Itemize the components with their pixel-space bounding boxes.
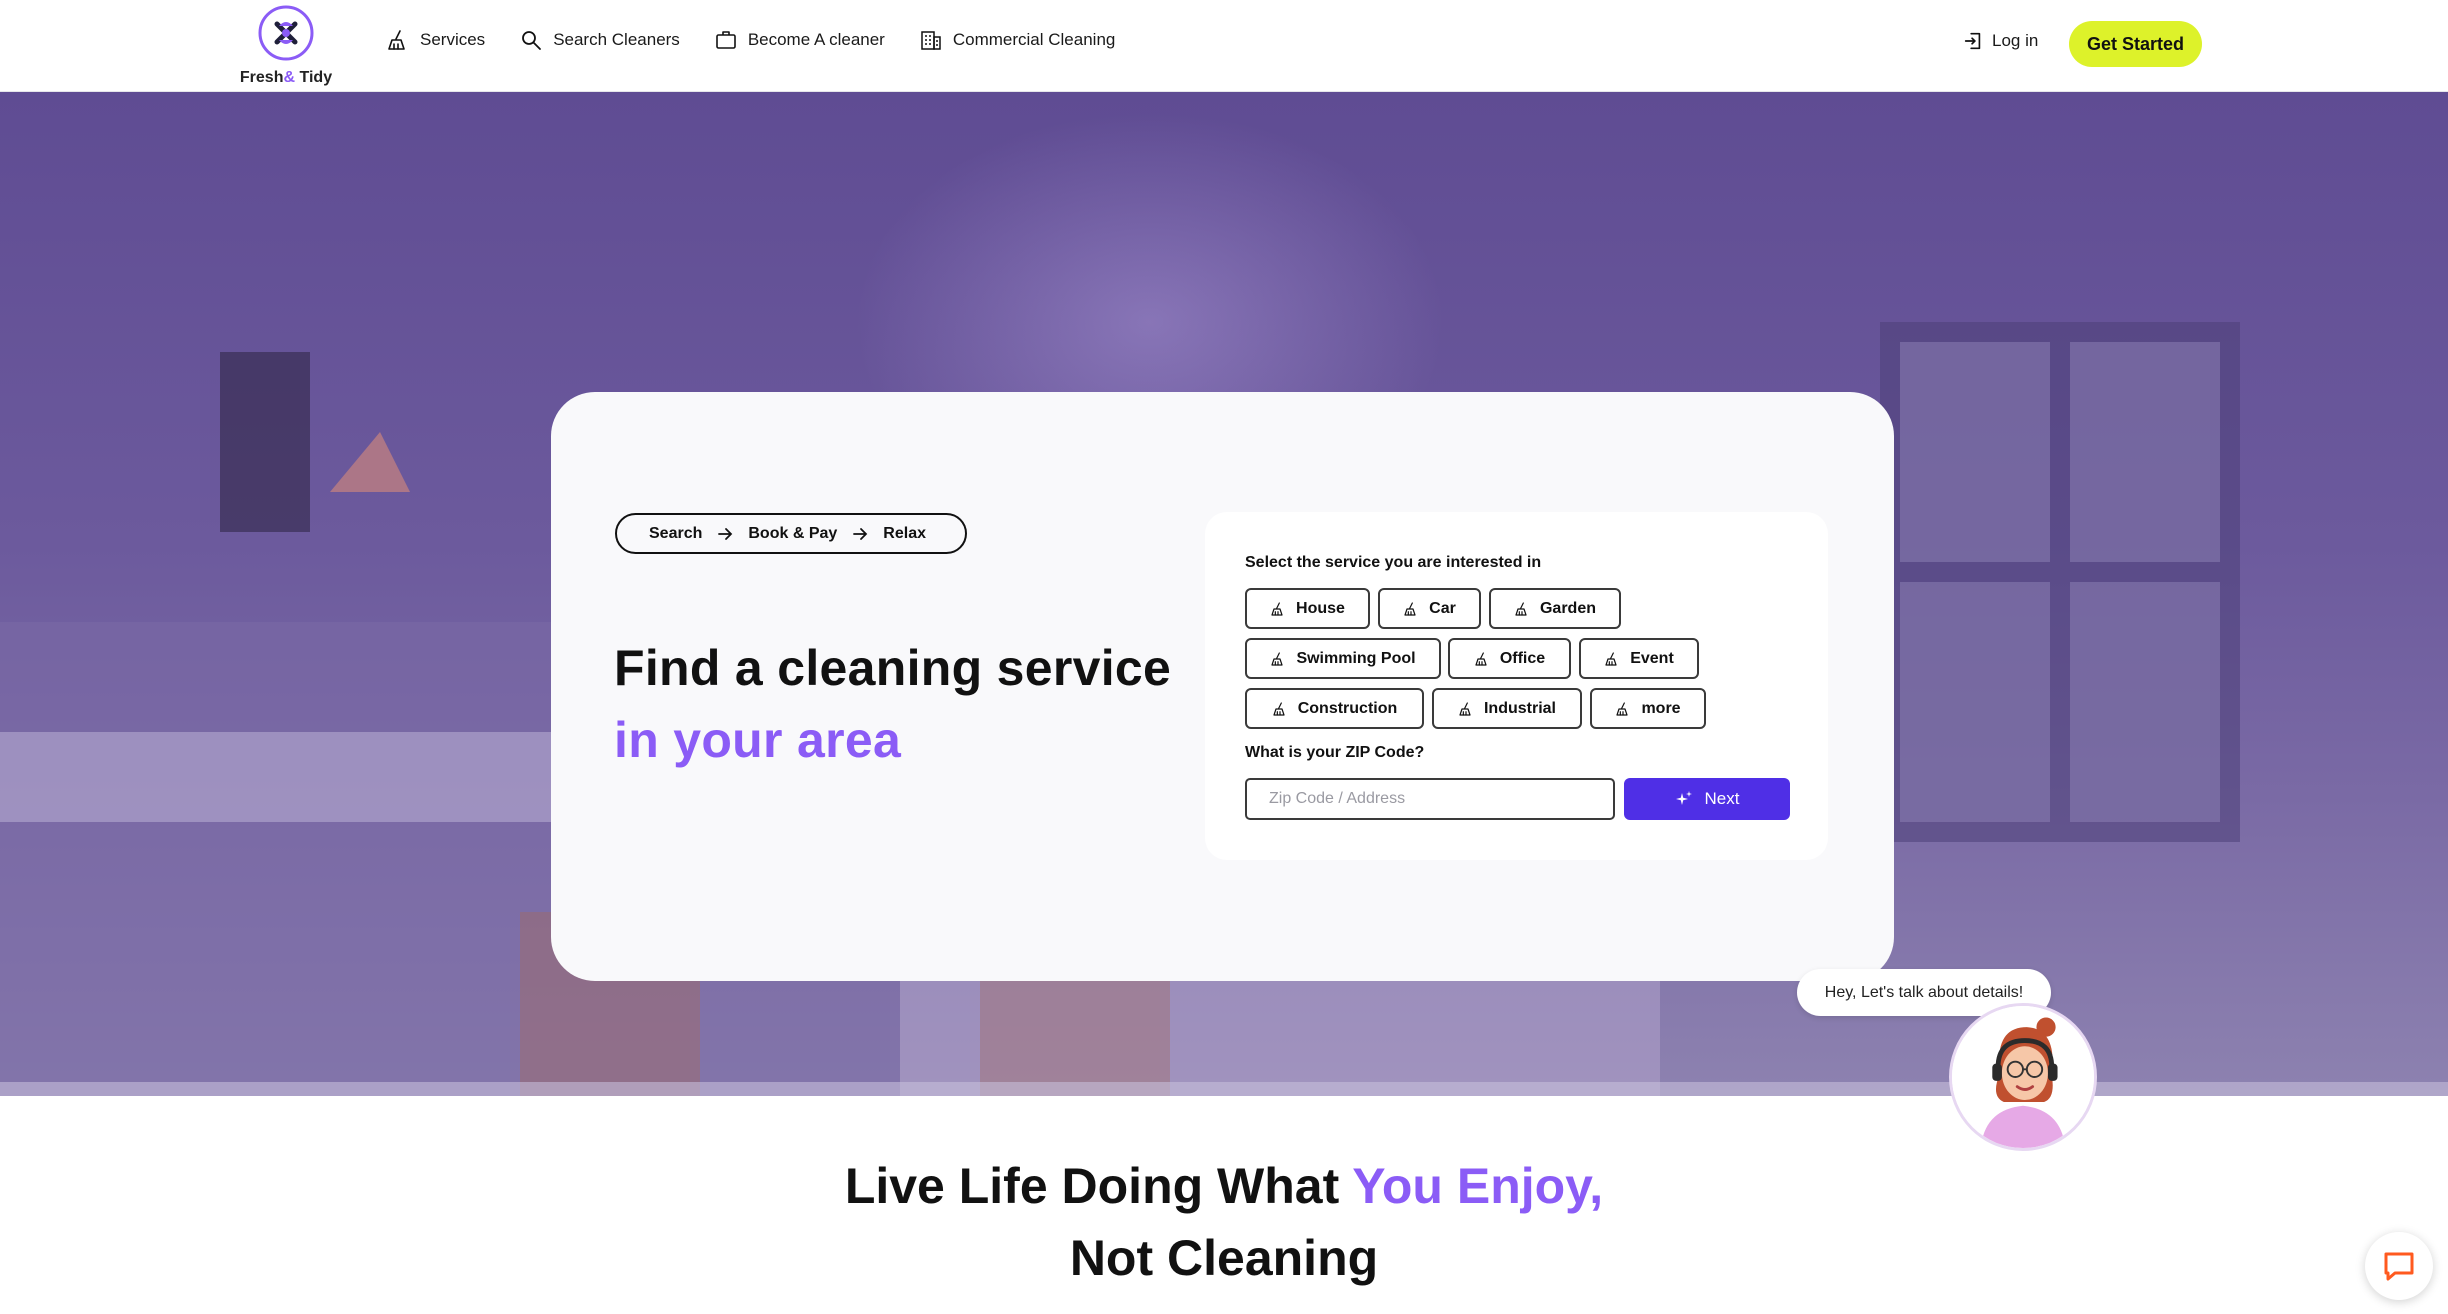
step-book-pay: Book & Pay — [748, 524, 838, 542]
nav-label: Become A cleaner — [747, 30, 885, 49]
login-label: Log in — [1992, 31, 2039, 50]
headline-line2: in your area — [614, 712, 902, 768]
chip-label: more — [1641, 699, 1681, 717]
step-search: Search — [649, 524, 703, 542]
nav-label: Services — [420, 30, 486, 49]
login-icon — [1964, 32, 1981, 50]
broom-icon — [1271, 601, 1283, 616]
service-chip-industrial[interactable]: Industrial — [1432, 688, 1582, 729]
service-chip-car[interactable]: Car — [1378, 588, 1481, 629]
nav-item-services[interactable]: Services — [386, 28, 485, 52]
service-chip-swimming-pool[interactable]: Swimming Pool — [1245, 638, 1441, 679]
chip-label: Industrial — [1483, 699, 1556, 717]
next-label: Next — [1704, 789, 1740, 808]
zip-input[interactable] — [1245, 778, 1615, 820]
service-prompt: Select the service you are interested in — [1245, 554, 1542, 571]
next-button[interactable]: Next — [1624, 778, 1790, 820]
chip-label: Office — [1499, 649, 1546, 667]
login-link[interactable]: Log in — [1962, 30, 2038, 52]
chip-label: Garden — [1539, 599, 1596, 617]
broom-icon — [388, 30, 405, 50]
broom-icon — [1459, 701, 1471, 716]
hero-headline: Find a cleaning service in your area — [614, 632, 1171, 776]
assistant-avatar[interactable] — [1949, 1003, 2097, 1151]
chat-icon — [2384, 1252, 2414, 1281]
broom-icon — [1273, 701, 1285, 716]
chip-label: Construction — [1297, 699, 1398, 717]
briefcase-icon — [716, 31, 736, 49]
logo-mark-icon — [258, 5, 314, 61]
building-icon — [921, 31, 941, 50]
main-nav: Services Search Cleaners Become A cleane… — [386, 28, 1115, 52]
service-chip-office[interactable]: Office — [1448, 638, 1571, 679]
chip-label: Car — [1429, 599, 1456, 617]
broom-icon — [1616, 701, 1629, 716]
search-icon — [522, 31, 542, 50]
assistant-avatar-image — [1952, 1006, 2094, 1148]
broom-icon — [1475, 651, 1487, 666]
brand-name: Fresh& Tidy — [239, 69, 333, 86]
chip-label: Event — [1630, 649, 1674, 667]
headline-line1: Find a cleaning service — [614, 640, 1172, 696]
steps-pill: Search Book & Pay Relax — [615, 513, 967, 554]
get-started-button[interactable]: Get Started — [2069, 21, 2202, 67]
nav-label: Search Cleaners — [553, 30, 680, 49]
tagline-line2: Not Cleaning — [1069, 1230, 1379, 1286]
service-form: Select the service you are interested in… — [1205, 512, 1828, 860]
zip-prompt: What is your ZIP Code? — [1245, 744, 1425, 761]
hero-section: Search Book & Pay Relax Find a cleaning … — [0, 92, 2448, 1096]
site-header: Fresh& Tidy Services Search Cleaners Bec… — [0, 0, 2448, 92]
broom-icon — [1404, 601, 1416, 616]
arrow-right-icon — [853, 527, 868, 540]
step-relax: Relax — [883, 524, 926, 542]
nav-label: Commercial Cleaning — [952, 30, 1116, 49]
chip-label: House — [1296, 599, 1345, 617]
service-chip-garden[interactable]: Garden — [1489, 588, 1621, 629]
arrow-right-icon — [718, 527, 733, 540]
nav-item-become-cleaner[interactable]: Become A cleaner — [714, 28, 885, 52]
service-chip-house[interactable]: House — [1245, 588, 1370, 629]
nav-item-search-cleaners[interactable]: Search Cleaners — [519, 28, 680, 52]
broom-icon — [1271, 651, 1284, 666]
broom-icon — [1515, 601, 1527, 616]
chip-label: Swimming Pool — [1296, 649, 1416, 667]
nav-item-commercial-cleaning[interactable]: Commercial Cleaning — [919, 28, 1116, 52]
section-heading: Live Life Doing What You Enjoy, Not Clea… — [0, 1150, 2448, 1294]
search-card: Search Book & Pay Relax Find a cleaning … — [551, 392, 1894, 981]
tagline-line1: Live Life Doing What You Enjoy, — [844, 1158, 1604, 1214]
service-chip-event[interactable]: Event — [1579, 638, 1699, 679]
sparkle-icon — [1675, 791, 1692, 805]
broom-icon — [1605, 651, 1617, 666]
service-chip-construction[interactable]: Construction — [1245, 688, 1424, 729]
brand-logo[interactable]: Fresh& Tidy — [238, 4, 334, 88]
chat-launcher-button[interactable] — [2365, 1232, 2433, 1300]
service-chip-more[interactable]: more — [1590, 688, 1706, 729]
